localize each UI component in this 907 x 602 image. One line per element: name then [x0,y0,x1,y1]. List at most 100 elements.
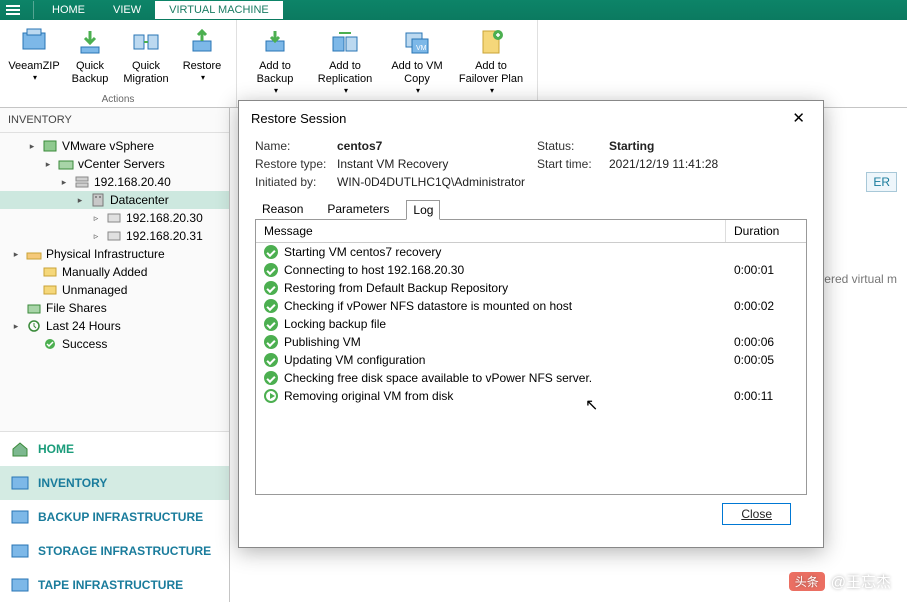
nav-item[interactable]: INVENTORY [0,466,229,500]
time-value: 2021/12/19 11:41:28 [609,157,769,171]
close-button[interactable]: Close [722,503,791,525]
dialog-title-text: Restore Session [251,111,346,126]
log-row[interactable]: Restoring from Default Backup Repository [256,279,806,297]
tree-node[interactable]: ▸Last 24 Hours [0,317,229,335]
content-fragment-text: vered virtual m [818,272,897,286]
watermark-badge: 头条 [789,572,825,591]
status-ok-icon [264,281,278,295]
nav-item[interactable]: TAPE INFRASTRUCTURE [0,568,229,602]
tree-node[interactable]: ▸VMware vSphere [0,137,229,155]
type-label: Restore type: [255,157,337,171]
tree-node[interactable]: ▹192.168.20.30 [0,209,229,227]
tree-toggle-icon[interactable]: ▸ [58,177,70,188]
log-col-duration: Duration [726,220,806,242]
tree-toggle-icon[interactable]: ▸ [74,195,86,206]
tree-node[interactable]: ▸192.168.20.40 [0,173,229,191]
hist-icon [26,319,42,333]
ribbon-quick-migration-button[interactable]: Quick Migration [120,24,172,88]
add-replication-icon [329,26,361,58]
tree-node[interactable]: Unmanaged [0,281,229,299]
restore-icon [186,26,218,58]
log-message: Starting VM centos7 recovery [284,245,441,259]
type-value: Instant VM Recovery [337,157,537,171]
tree-node[interactable]: ▸ Physical Infrastructure [0,245,229,263]
nav-label: STORAGE INFRASTRUCTURE [38,544,211,558]
nav-item[interactable]: BACKUP INFRASTRUCTURE [0,500,229,534]
tree-node[interactable]: ▸Datacenter [0,191,229,209]
ribbon-label: Add to Backup [247,60,303,86]
ribbon-add-backup-button[interactable]: Add to Backup▾ [245,24,305,98]
log-row[interactable]: Checking free disk space available to vP… [256,369,806,387]
tree-toggle-icon[interactable]: ▸ [42,159,54,170]
tab-parameters[interactable]: Parameters [320,199,396,219]
log-row[interactable]: Checking if vPower NFS datastore is moun… [256,297,806,315]
nav-item[interactable]: STORAGE INFRASTRUCTURE [0,534,229,568]
chevron-down-icon: ▾ [201,73,205,83]
menu-tab-home[interactable]: HOME [38,1,99,19]
tree-node[interactable]: ▹192.168.20.31 [0,227,229,245]
tree-toggle-icon[interactable]: ▸ [10,321,22,332]
status-value: Starting [609,139,769,153]
ribbon-group-actions: VeeamZIP▾ Quick Backup Quick Migration R… [0,20,237,107]
menu-tab-view[interactable]: VIEW [99,1,155,19]
ribbon-label: Restore [183,60,222,73]
ribbon-quick-backup-button[interactable]: Quick Backup [64,24,116,88]
ribbon-label: Quick Backup [66,60,114,86]
ribbon-label: Add to VM Copy [387,60,447,86]
tree-node[interactable]: File Shares [0,299,229,317]
tree-label: Manually Added [62,265,147,279]
log-row[interactable]: Connecting to host 192.168.20.300:00:01 [256,261,806,279]
menu-toggle-icon[interactable] [6,1,34,19]
watermark-text: @王忘杰 [831,571,891,592]
log-message: Connecting to host 192.168.20.30 [284,263,464,277]
tree-label: Physical Infrastructure [46,247,165,261]
dialog-body: Name: centos7 Status: Starting Restore t… [239,135,823,547]
succ-icon [42,337,58,351]
tree-node[interactable]: ▸ vCenter Servers [0,155,229,173]
nav-item[interactable]: HOME [0,432,229,466]
host-icon [106,211,122,225]
tree-node[interactable]: Manually Added [0,263,229,281]
tab-log[interactable]: Log [406,200,440,220]
log-row[interactable]: Locking backup file [256,315,806,333]
menu-tab-virtual-machine[interactable]: VIRTUAL MACHINE [155,1,283,19]
status-label: Status: [537,139,609,153]
tree-node[interactable]: Success [0,335,229,353]
tree-label: Unmanaged [62,283,127,297]
dialog-close-button[interactable]: ✕ [786,109,811,127]
log-duration [726,315,806,333]
add-vmcopy-icon: VM [401,26,433,58]
tree-toggle-icon[interactable]: ▹ [90,231,102,242]
tab-reason[interactable]: Reason [255,199,310,219]
status-ok-icon [264,299,278,313]
ribbon-add-failover-button[interactable]: Add to Failover Plan▾ [453,24,529,98]
log-row[interactable]: Publishing VM0:00:06 [256,333,806,351]
tree-label: vCenter Servers [78,157,165,171]
quick-backup-icon [74,26,106,58]
ribbon-group-label: Actions [102,92,135,105]
tree-toggle-icon[interactable]: ▸ [10,249,22,260]
chevron-down-icon: ▾ [344,86,348,96]
log-panel[interactable]: Message Duration Starting VM centos7 rec… [255,219,807,495]
tree-toggle-icon[interactable]: ▹ [90,213,102,224]
log-row[interactable]: Updating VM configuration0:00:05 [256,351,806,369]
log-message: Publishing VM [284,335,361,349]
nav-label: TAPE INFRASTRUCTURE [38,578,183,592]
vc-icon [58,157,74,171]
ribbon-add-replication-button[interactable]: Add to Replication▾ [309,24,381,98]
log-row[interactable]: Removing original VM from disk0:00:11 [256,387,806,405]
host-icon [106,229,122,243]
nav-icon [10,542,30,560]
tree-toggle-icon[interactable]: ▸ [26,141,38,152]
dialog-info-grid: Name: centos7 Status: Starting Restore t… [255,135,807,199]
log-row[interactable]: Starting VM centos7 recovery [256,243,806,261]
sidebar: INVENTORY ▸VMware vSphere▸vCenter Server… [0,108,230,602]
ribbon-label: Add to Failover Plan [455,60,527,86]
content-fragment-header: ER [866,172,897,192]
name-value: centos7 [337,139,537,153]
ribbon-add-vmcopy-button[interactable]: VM Add to VM Copy▾ [385,24,449,98]
dialog-titlebar: Restore Session ✕ [239,101,823,135]
ribbon-restore-button[interactable]: Restore▾ [176,24,228,85]
log-duration: 0:00:11 [726,387,806,405]
ribbon-veeamzip-button[interactable]: VeeamZIP▾ [8,24,60,85]
